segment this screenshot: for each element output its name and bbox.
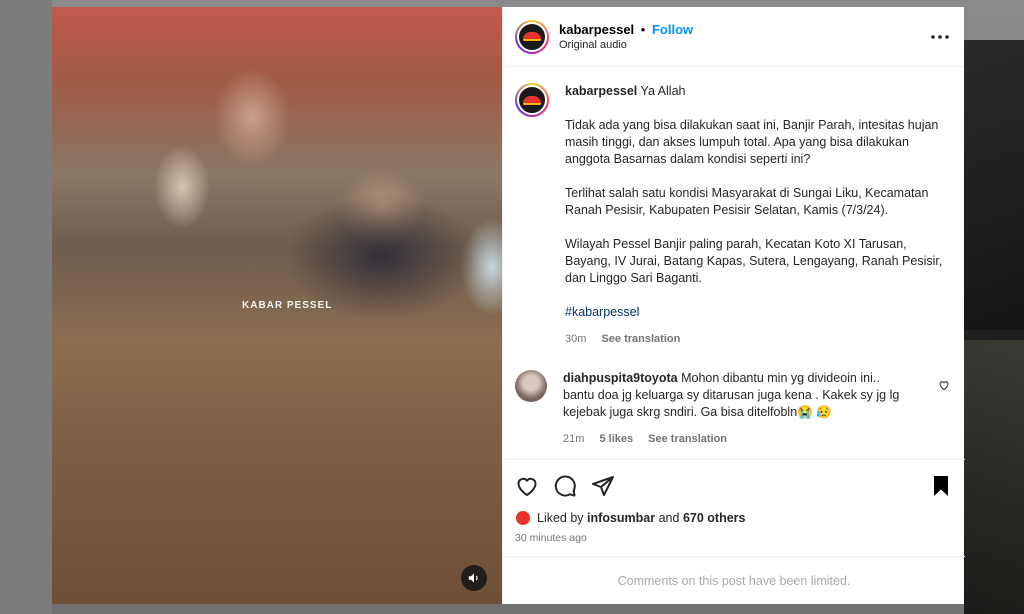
brand-logo [523, 95, 541, 105]
caption-paragraph: Wilayah Pessel Banjir paling parah, Keca… [565, 237, 943, 285]
share-icon [592, 476, 614, 496]
background-left [0, 0, 52, 614]
commenter-avatar[interactable] [515, 370, 547, 402]
post-modal: KABAR PESSEL kabarpessel • Follow Origin… [52, 7, 965, 604]
audio-toggle-button[interactable] [461, 565, 487, 591]
post-timestamp[interactable]: 30 minutes ago [515, 532, 953, 544]
comment-likes[interactable]: 5 likes [599, 433, 633, 445]
comment-heart-icon [939, 381, 949, 391]
heart-icon [517, 477, 537, 497]
author-username[interactable]: kabarpessel [559, 22, 634, 37]
likes-others[interactable]: 670 others [683, 511, 746, 525]
caption-first-line: Ya Allah [640, 84, 686, 98]
share-button[interactable] [591, 474, 615, 498]
more-options-button[interactable] [928, 25, 952, 49]
caption-avatar[interactable] [515, 83, 549, 117]
audio-icon [468, 573, 478, 583]
caption-paragraph: Tidak ada yang bisa dilakukan saat ini, … [565, 118, 939, 166]
comments-limited-notice: Comments on this post have been limited. [503, 556, 965, 604]
commenter-username[interactable]: diahpuspita9toyota [563, 371, 678, 385]
caption-time: 30m [565, 333, 587, 345]
comments-scroll-area[interactable]: kabarpessel Ya Allah Tidak ada yang bisa… [503, 67, 964, 457]
bookmark-icon [934, 476, 948, 496]
audio-subtitle[interactable]: Original audio [559, 39, 928, 51]
more-icon [931, 34, 949, 39]
comment-button[interactable] [553, 474, 577, 498]
video-watermark: KABAR PESSEL [242, 300, 333, 311]
post-video[interactable]: KABAR PESSEL [52, 7, 502, 604]
background-right-preview [964, 40, 1024, 614]
next-post-preview-top [964, 40, 1024, 330]
comment-time: 21m [563, 433, 585, 445]
caption: kabarpessel Ya Allah Tidak ada yang bisa… [515, 83, 952, 348]
likes-summary: Liked by infosumbar and 670 others [515, 510, 953, 526]
caption-username[interactable]: kabarpessel [565, 84, 637, 98]
like-button[interactable] [515, 474, 539, 498]
comment-like-button[interactable] [938, 378, 950, 396]
follow-button[interactable]: Follow [652, 22, 693, 37]
save-button[interactable] [929, 474, 953, 498]
likes-prefix: Liked by [537, 511, 584, 525]
post-header: kabarpessel • Follow Original audio [503, 7, 964, 67]
caption-see-translation[interactable]: See translation [601, 333, 680, 345]
comment-see-translation[interactable]: See translation [648, 433, 727, 445]
caption-hashtag[interactable]: #kabarpessel [565, 304, 952, 321]
likes-user[interactable]: infosumbar [587, 511, 655, 525]
separator-dot: • [640, 22, 646, 37]
post-actions: Liked by infosumbar and 670 others 30 mi… [503, 459, 965, 544]
brand-logo [523, 32, 541, 41]
comment-item: diahpuspita9toyota Mohon dibantu min yg … [515, 370, 952, 448]
caption-paragraph: Terlihat salah satu kondisi Masyarakat d… [565, 186, 929, 217]
next-post-preview-bottom [964, 340, 1024, 614]
video-frame-water [52, 337, 502, 604]
liker-avatar[interactable] [515, 510, 531, 526]
comment-icon [554, 475, 576, 497]
author-avatar[interactable] [515, 19, 549, 54]
post-side-panel: kabarpessel • Follow Original audio kaba… [502, 7, 965, 604]
likes-and: and [658, 511, 680, 525]
